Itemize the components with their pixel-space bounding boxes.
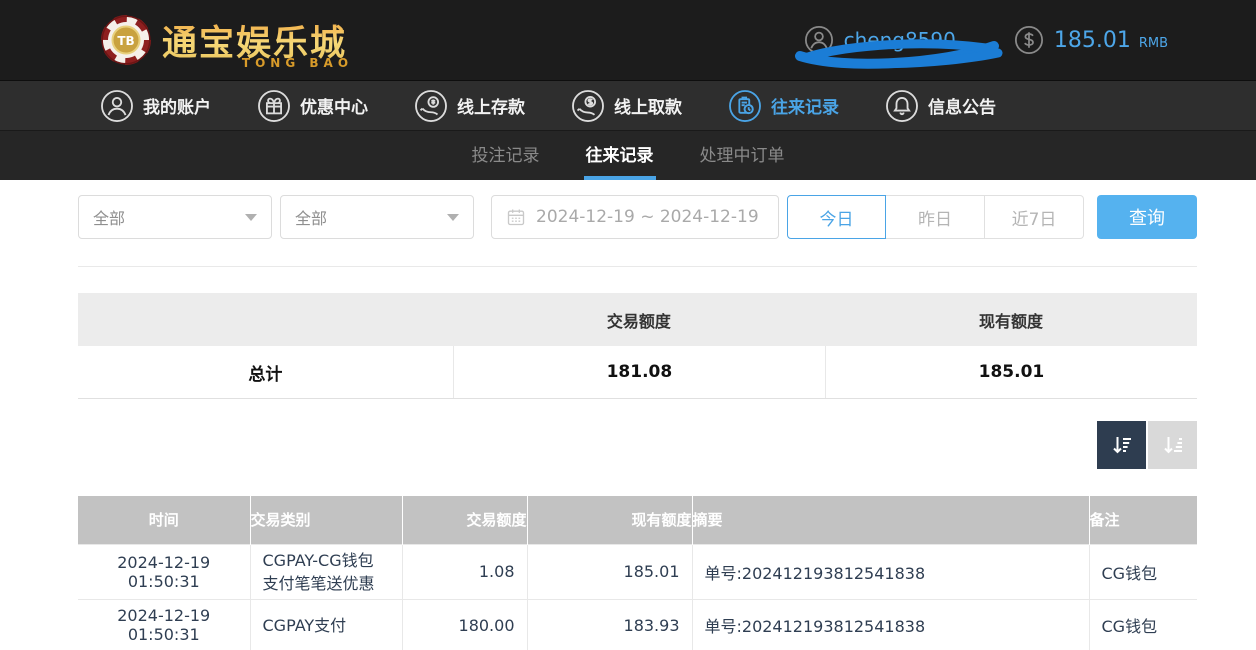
account-icon — [100, 89, 134, 123]
nav-item-online-deposit[interactable]: 线上存款 — [414, 89, 525, 123]
dollar-coin-icon — [1014, 25, 1044, 55]
summary-total-transaction: 181.08 — [453, 346, 825, 398]
header-amount: 交易额度 — [402, 496, 527, 544]
main-navigation: 我的账户 优惠中心 线上存款 线上取款 — [0, 80, 1256, 130]
cell-time: 2024-12-19 01:50:31 — [78, 599, 250, 650]
yesterday-button[interactable]: 昨日 — [886, 195, 985, 239]
date-range-input[interactable]: 2024-12-19 ~ 2024-12-19 — [491, 195, 779, 239]
header-time: 时间 — [78, 496, 250, 544]
tab-processing-orders[interactable]: 处理中订单 — [698, 131, 787, 180]
top-header-bar: TB 通宝娱乐城 TONG BAO cheng8590 — [0, 0, 1256, 80]
table-header-row: 时间 交易类别 交易额度 现有额度 摘要 备注 — [78, 496, 1197, 544]
search-button[interactable]: 查询 — [1097, 195, 1197, 239]
nav-item-transaction-records[interactable]: 往来记录 — [728, 89, 839, 123]
header-note: 备注 — [1089, 496, 1197, 544]
cell-note: CG钱包 — [1089, 599, 1197, 650]
sort-ascending-icon — [1161, 433, 1185, 457]
chevron-down-icon — [245, 214, 257, 221]
records-icon — [728, 89, 762, 123]
balance-amount: 185.01 — [1054, 28, 1131, 53]
nav-item-online-withdrawal[interactable]: 线上取款 — [571, 89, 682, 123]
withdrawal-icon — [571, 89, 605, 123]
quick-date-group: 今日 昨日 近7日 — [787, 195, 1084, 239]
site-logo[interactable]: TB 通宝娱乐城 TONG BAO — [100, 14, 353, 66]
tab-transaction-records[interactable]: 往来记录 — [584, 131, 656, 180]
cell-amount: 1.08 — [402, 544, 527, 599]
balance-currency: RMB — [1139, 30, 1168, 51]
cell-summary: 单号:202412193812541838 — [692, 544, 1089, 599]
summary-total-balance: 185.01 — [825, 346, 1197, 398]
type-select[interactable]: 全部 — [78, 195, 272, 239]
sort-descending-button[interactable] — [1097, 421, 1146, 469]
calendar-icon — [506, 207, 526, 227]
summary-table: 交易额度 现有额度 总计 181.08 185.01 — [78, 293, 1197, 399]
gift-icon — [257, 89, 291, 123]
cell-note: CG钱包 — [1089, 544, 1197, 599]
user-account-block[interactable]: cheng8590 — [804, 25, 956, 55]
header-balance: 现有额度 — [527, 496, 692, 544]
summary-header-transaction: 交易额度 — [453, 308, 825, 332]
sort-descending-icon — [1110, 433, 1134, 457]
svg-text:TB: TB — [117, 34, 134, 48]
nav-item-my-account[interactable]: 我的账户 — [100, 89, 211, 123]
today-button[interactable]: 今日 — [787, 195, 886, 239]
summary-header-row: 交易额度 现有额度 — [78, 293, 1197, 346]
tab-betting-records[interactable]: 投注记录 — [470, 131, 542, 180]
deposit-icon — [414, 89, 448, 123]
summary-total-label: 总计 — [78, 346, 453, 398]
table-row: 2024-12-19 01:50:31 CGPAY-CG钱包支付笔笔送优惠 1.… — [78, 544, 1197, 599]
summary-header-balance: 现有额度 — [825, 308, 1197, 332]
site-subtitle: TONG BAO — [242, 56, 353, 70]
balance-block[interactable]: 185.01 RMB — [1014, 25, 1168, 55]
nav-item-promotions[interactable]: 优惠中心 — [257, 89, 368, 123]
poker-chip-logo-icon: TB — [100, 14, 152, 66]
sort-controls — [78, 421, 1197, 469]
bell-icon — [885, 89, 919, 123]
chevron-down-icon — [447, 214, 459, 221]
record-tabs: 投注记录 往来记录 处理中订单 — [0, 130, 1256, 180]
cell-time: 2024-12-19 01:50:31 — [78, 544, 250, 599]
category-select[interactable]: 全部 — [280, 195, 474, 239]
cell-amount: 180.00 — [402, 599, 527, 650]
table-row: 2024-12-19 01:50:31 CGPAY支付 180.00 183.9… — [78, 599, 1197, 650]
header-type: 交易类别 — [250, 496, 402, 544]
username-text: cheng8590 — [844, 28, 956, 52]
header-summary: 摘要 — [692, 496, 1089, 544]
user-avatar-icon — [804, 25, 834, 55]
sort-ascending-button[interactable] — [1148, 421, 1197, 469]
cell-balance: 185.01 — [527, 544, 692, 599]
cell-type: CGPAY支付 — [250, 599, 402, 650]
transactions-table: 时间 交易类别 交易额度 现有额度 摘要 备注 2024-12-19 01:50… — [78, 496, 1197, 650]
summary-total-row: 总计 181.08 185.01 — [78, 346, 1197, 399]
date-range-value: 2024-12-19 ~ 2024-12-19 — [536, 207, 759, 227]
cell-balance: 183.93 — [527, 599, 692, 650]
cell-type: CGPAY-CG钱包支付笔笔送优惠 — [250, 544, 402, 599]
filter-row: 全部 全部 2024-12-19 ~ 2024-12-19 今日 昨日 近7日 … — [78, 195, 1197, 239]
nav-item-announcements[interactable]: 信息公告 — [885, 89, 996, 123]
section-divider — [78, 266, 1197, 267]
cell-summary: 单号:202412193812541838 — [692, 599, 1089, 650]
last7days-button[interactable]: 近7日 — [985, 195, 1084, 239]
content-area: 全部 全部 2024-12-19 ~ 2024-12-19 今日 昨日 近7日 … — [78, 195, 1197, 650]
